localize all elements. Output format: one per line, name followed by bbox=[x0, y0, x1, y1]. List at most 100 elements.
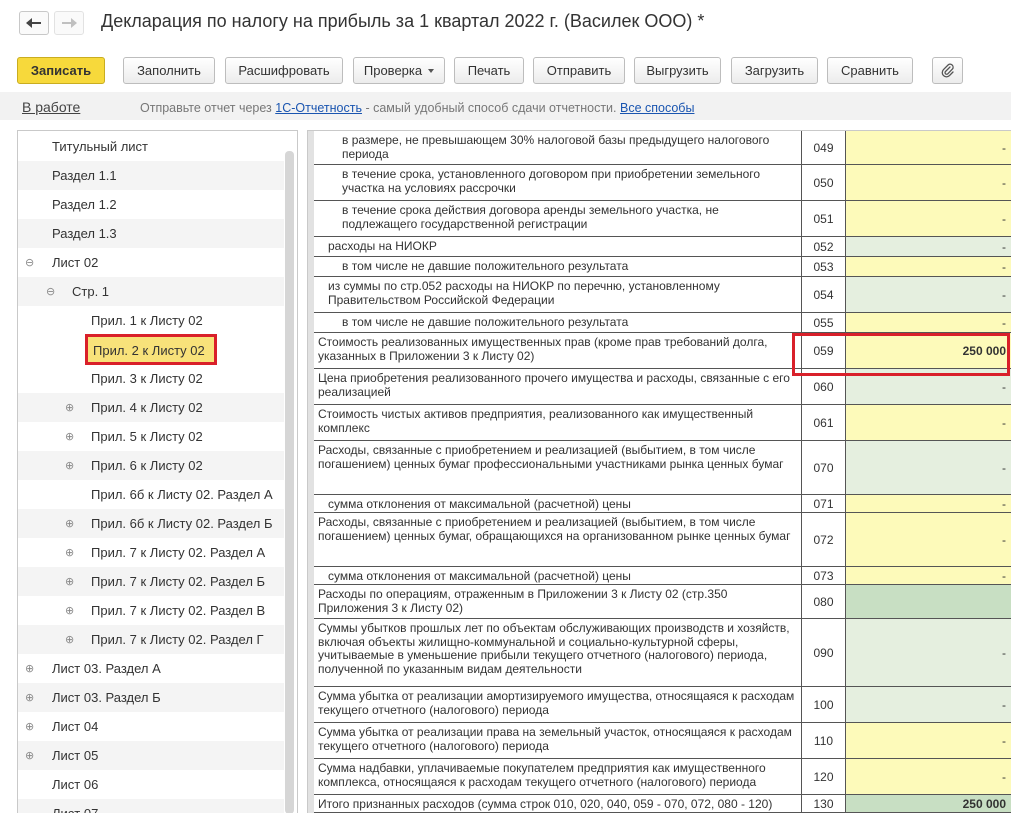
back-button[interactable] bbox=[19, 11, 49, 35]
row-label: Суммы убытков прошлых лет по объектам об… bbox=[314, 619, 802, 687]
service-link[interactable]: 1С-Отчетность bbox=[275, 101, 362, 115]
tree-item[interactable]: ⊕ Прил. 7 к Листу 02. Раздел А bbox=[18, 538, 284, 567]
row-value-cell[interactable]: - bbox=[846, 441, 1011, 495]
tree-item[interactable]: ⊕ Прил. 4 к Листу 02 bbox=[18, 393, 284, 422]
tree-item[interactable]: ⊖ Стр. 1 bbox=[18, 277, 284, 306]
row-value-cell[interactable]: - bbox=[846, 495, 1011, 513]
expand-icon[interactable]: ⊕ bbox=[25, 720, 34, 733]
table-row: Цена приобретения реализованного прочего… bbox=[314, 369, 1011, 405]
all-methods-link[interactable]: Все способы bbox=[620, 101, 694, 115]
tree-item[interactable]: ⊕ Прил. 7 к Листу 02. Раздел Б bbox=[18, 567, 284, 596]
tree-item[interactable]: ⊕ Прил. 5 к Листу 02 bbox=[18, 422, 284, 451]
attach-button[interactable] bbox=[932, 57, 963, 84]
row-label: Цена приобретения реализованного прочего… bbox=[314, 369, 802, 405]
row-value-cell[interactable]: - bbox=[846, 277, 1011, 313]
tree-item[interactable]: ⊖ Лист 02 bbox=[18, 248, 284, 277]
tree-item[interactable]: Прил. 3 к Листу 02 bbox=[18, 364, 284, 393]
tree-item[interactable]: Лист 07 bbox=[18, 799, 284, 813]
row-code: 071 bbox=[802, 495, 846, 513]
tree-item[interactable]: Прил. 6б к Листу 02. Раздел А bbox=[18, 480, 284, 509]
expand-icon[interactable]: ⊕ bbox=[65, 517, 74, 530]
expand-icon[interactable]: ⊕ bbox=[65, 401, 74, 414]
row-label: Расходы по операциям, отраженным в Прило… bbox=[314, 585, 802, 619]
table-row: Итого признанных расходов (сумма строк 0… bbox=[314, 795, 1011, 813]
tree-item[interactable]: Раздел 1.2 bbox=[18, 190, 284, 219]
expand-icon[interactable]: ⊕ bbox=[65, 459, 74, 472]
expand-icon[interactable]: ⊕ bbox=[25, 749, 34, 762]
row-value-cell[interactable]: - bbox=[846, 237, 1011, 257]
expand-icon[interactable]: ⊕ bbox=[65, 633, 74, 646]
import-button[interactable]: Загрузить bbox=[731, 57, 818, 84]
row-value-cell[interactable]: - bbox=[846, 759, 1011, 795]
row-code: 110 bbox=[802, 723, 846, 759]
tree-item[interactable]: ⊕ Лист 05 bbox=[18, 741, 284, 770]
tree-item-label: Прил. 2 к Листу 02 bbox=[93, 343, 205, 358]
tree-item[interactable]: Раздел 1.3 bbox=[18, 219, 284, 248]
row-value-cell[interactable]: - bbox=[846, 131, 1011, 165]
tree-item[interactable]: Титульный лист bbox=[18, 132, 284, 161]
row-value-cell[interactable]: - bbox=[846, 567, 1011, 585]
row-code: 061 bbox=[802, 405, 846, 441]
tree-item[interactable]: Раздел 1.1 bbox=[18, 161, 284, 190]
collapse-icon[interactable]: ⊖ bbox=[25, 256, 34, 269]
tree-item[interactable]: ⊕ Лист 04 bbox=[18, 712, 284, 741]
chevron-down-icon bbox=[428, 68, 435, 73]
tree-item[interactable]: Лист 06 bbox=[18, 770, 284, 799]
row-value-cell[interactable]: 250 000 bbox=[846, 795, 1011, 813]
collapse-icon[interactable]: ⊖ bbox=[46, 285, 55, 298]
row-label: в том числе не давшие положительного рез… bbox=[314, 257, 802, 277]
row-value-cell[interactable]: - bbox=[846, 257, 1011, 277]
send-button[interactable]: Отправить bbox=[533, 57, 625, 84]
print-button[interactable]: Печать bbox=[454, 57, 524, 84]
row-value-cell[interactable]: - bbox=[846, 513, 1011, 567]
compare-button[interactable]: Сравнить bbox=[827, 57, 913, 84]
row-value-cell[interactable]: - bbox=[846, 405, 1011, 441]
tree-item-selected[interactable]: Прил. 2 к Листу 02 bbox=[85, 334, 217, 365]
row-value-cell[interactable]: - bbox=[846, 619, 1011, 687]
tree-item[interactable]: ⊕ Прил. 7 к Листу 02. Раздел В bbox=[18, 596, 284, 625]
expand-icon[interactable]: ⊕ bbox=[65, 430, 74, 443]
expand-icon[interactable]: ⊕ bbox=[25, 662, 34, 675]
table-row: в том числе не давшие положительного рез… bbox=[314, 257, 1011, 277]
tree-item[interactable]: ⊕ Лист 03. Раздел А bbox=[18, 654, 284, 683]
decode-button[interactable]: Расшифровать bbox=[225, 57, 343, 84]
row-value-cell[interactable]: - bbox=[846, 723, 1011, 759]
row-label: в том числе не давшие положительного рез… bbox=[314, 313, 802, 333]
expand-icon[interactable]: ⊕ bbox=[65, 575, 74, 588]
row-value-cell[interactable]: - bbox=[846, 313, 1011, 333]
tree-item[interactable]: Прил. 1 к Листу 02 bbox=[18, 306, 284, 335]
arrow-right-icon bbox=[62, 18, 77, 28]
expand-icon[interactable]: ⊕ bbox=[65, 546, 74, 559]
tree-item[interactable]: ⊕ Лист 03. Раздел Б bbox=[18, 683, 284, 712]
row-value-cell[interactable]: - bbox=[846, 687, 1011, 723]
tree-item-label: Раздел 1.1 bbox=[52, 168, 117, 183]
expand-icon[interactable]: ⊕ bbox=[65, 604, 74, 617]
tree-item-label: Лист 02 bbox=[52, 255, 99, 270]
table-row: Стоимость чистых активов предприятия, ре… bbox=[314, 405, 1011, 441]
export-button[interactable]: Выгрузить bbox=[634, 57, 721, 84]
report-table: в размере, не превышающем 30% налоговой … bbox=[307, 130, 1011, 813]
row-value-cell[interactable] bbox=[846, 585, 1011, 619]
row-value-cell[interactable]: - bbox=[846, 201, 1011, 237]
status-link[interactable]: В работе bbox=[22, 99, 80, 115]
row-value-cell[interactable]: - bbox=[846, 369, 1011, 405]
row-label: Расходы, связанные с приобретением и реа… bbox=[314, 441, 802, 495]
row-label: в течение срока действия договора аренды… bbox=[314, 201, 802, 237]
row-value-cell[interactable]: 250 000 bbox=[846, 333, 1011, 369]
expand-icon[interactable]: ⊕ bbox=[25, 691, 34, 704]
tree-scrollbar[interactable] bbox=[285, 151, 294, 813]
forward-button[interactable] bbox=[54, 11, 84, 35]
row-code: 070 bbox=[802, 441, 846, 495]
check-button[interactable]: Проверка bbox=[353, 57, 445, 84]
tree-item[interactable]: ⊕ Прил. 6б к Листу 02. Раздел Б bbox=[18, 509, 284, 538]
fill-button[interactable]: Заполнить bbox=[123, 57, 215, 84]
tree-item-label: Раздел 1.3 bbox=[52, 226, 117, 241]
row-label: Сумма убытка от реализации амортизируемо… bbox=[314, 687, 802, 723]
row-code: 130 bbox=[802, 795, 846, 813]
row-code: 050 bbox=[802, 165, 846, 201]
row-value-cell[interactable]: - bbox=[846, 165, 1011, 201]
tree-item[interactable]: ⊕ Прил. 7 к Листу 02. Раздел Г bbox=[18, 625, 284, 654]
save-button[interactable]: Записать bbox=[17, 57, 105, 84]
tree-item[interactable]: ⊕ Прил. 6 к Листу 02 bbox=[18, 451, 284, 480]
table-row: в течение срока действия договора аренды… bbox=[314, 201, 1011, 237]
